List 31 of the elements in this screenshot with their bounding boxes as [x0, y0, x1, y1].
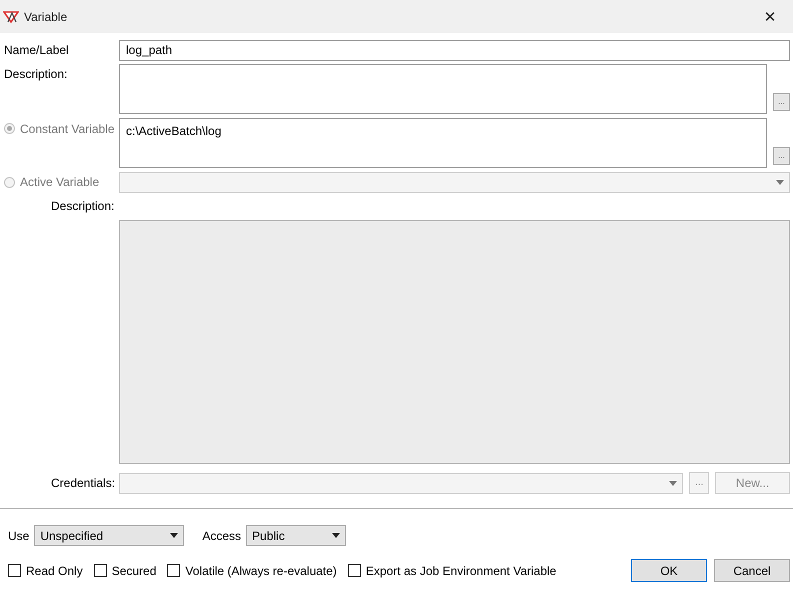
checkbox[interactable] — [348, 564, 361, 577]
checkbox-label: Export as Job Environment Variable — [366, 564, 556, 578]
description-field[interactable] — [119, 64, 768, 114]
checkbox-label: Secured — [112, 564, 156, 578]
field-label: Description: — [50, 198, 116, 213]
field-label: Name/Label — [4, 43, 70, 58]
access-label: Access — [202, 528, 242, 542]
dialog-button[interactable]: Cancel — [714, 559, 790, 582]
dropdown-arrow-icon — [776, 180, 784, 185]
checkbox-label: Volatile (Always re-evaluate) — [185, 564, 337, 578]
field-label: Description: — [4, 66, 68, 83]
close-button[interactable]: ✕ — [747, 0, 793, 33]
radio-label: Active Variable — [20, 175, 100, 190]
checkbox[interactable] — [94, 564, 107, 577]
active-variable-dropdown[interactable] — [119, 172, 790, 193]
use-label: Use — [8, 528, 30, 542]
checkbox[interactable] — [8, 564, 21, 577]
checkbox[interactable] — [167, 564, 180, 577]
dropdown-arrow-icon — [170, 533, 178, 538]
window-title: Variable — [24, 10, 68, 24]
dropdown-arrow-icon — [332, 533, 340, 538]
field-label: Credentials: — [50, 476, 116, 490]
credentials-dropdown[interactable] — [119, 472, 684, 494]
access-dropdown[interactable]: Public — [246, 525, 346, 546]
dialog-button[interactable]: OK — [631, 559, 707, 582]
app-icon — [3, 10, 19, 24]
use-dropdown[interactable]: Unspecified — [34, 525, 184, 546]
checkbox-label: Read Only — [26, 564, 83, 578]
dropdown-arrow-icon — [669, 480, 678, 486]
name-field[interactable]: log_path — [119, 40, 790, 61]
radio-label: Constant Variable — [20, 122, 114, 136]
